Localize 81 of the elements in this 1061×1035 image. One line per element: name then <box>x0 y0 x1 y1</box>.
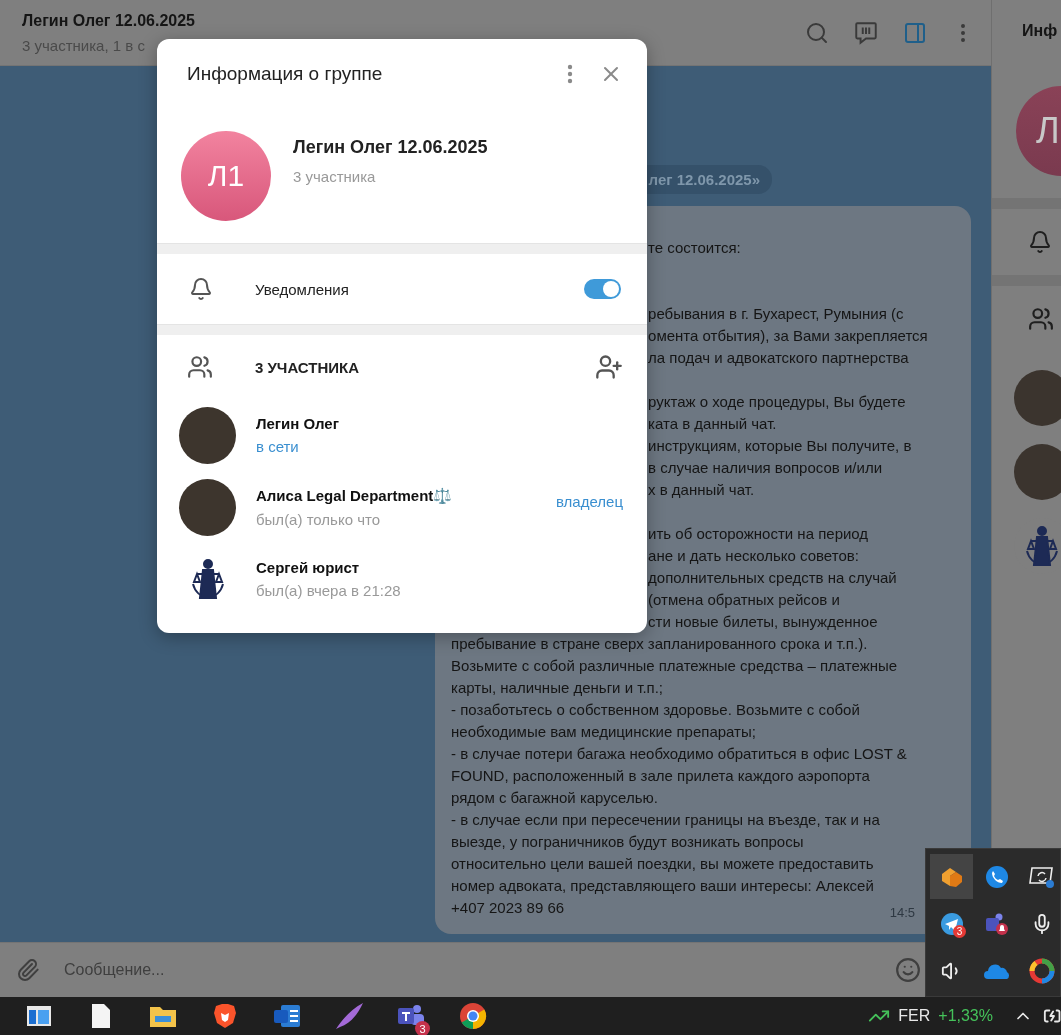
message-line: карты, наличные деньги и т.п.; <box>451 678 664 698</box>
message-line: х в данный чат. <box>648 480 755 500</box>
emoji-icon[interactable] <box>895 957 922 983</box>
message-line: рядом с багажной каруселью. <box>451 788 658 808</box>
member-status: был(а) вчера в 21:28 <box>256 582 402 599</box>
people-bell-icon <box>983 911 1010 936</box>
shield-logo-icon[interactable] <box>213 1003 237 1029</box>
bell-icon <box>189 277 213 301</box>
message-line: - в случае потери багажа необходимо обратиться в офис LOST & <box>451 744 907 764</box>
message-line: относительно цели вашей поездки, вы можете предоставить <box>451 854 874 874</box>
paperclip-icon[interactable] <box>16 958 40 982</box>
message-line: в случае наличия вопросов и/или <box>648 458 882 478</box>
message-line: пребывание в стране сверх запланированного срока и т.п.). <box>451 634 868 654</box>
group-avatar: Л <box>1016 86 1061 176</box>
message-time: 14:5 <box>889 905 916 920</box>
member-status: в сети <box>256 438 300 455</box>
message-line: инструкциям, которые Вы получите, в <box>648 436 912 456</box>
paper-plane-icon <box>939 911 964 936</box>
member-name: Сергей юрист <box>256 559 361 576</box>
message-line: FOUND, расположенный в зале прилета каждого аэропорта <box>451 766 870 786</box>
message-line: ребывания в г. Бухарест, Румыния (с <box>648 304 904 324</box>
more-button[interactable] <box>567 64 573 84</box>
message-line: ла подач и адвокатского партнерства <box>648 348 909 368</box>
message-line: номер адвоката, представляющего ваши интересы: Алексей <box>451 876 874 896</box>
message-line: - позаботьтесь о собственном здоровье. Возьмите с собой <box>451 700 860 720</box>
message-line: необходимые вам медицинские препараты; <box>451 722 756 742</box>
users-icon <box>187 354 213 380</box>
ring-logo-icon <box>1028 957 1055 984</box>
message-line: ить об осторожности на период <box>648 524 869 544</box>
chat-title: Легин Олег 12.06.2025 <box>22 11 196 30</box>
message-line: те состоится: <box>648 238 741 258</box>
member-role: владелец <box>556 493 623 510</box>
member-name: Легин Олег <box>256 415 340 432</box>
dialog-title: Информация о группе <box>187 63 384 85</box>
users-icon <box>1028 306 1055 332</box>
folder-icon[interactable] <box>149 1004 177 1028</box>
group-avatar: Л1 <box>181 131 271 221</box>
photo-placeholder <box>1014 444 1061 500</box>
message-line: +407 2023 89 66 <box>451 898 565 918</box>
message-line: ане и дать несколько советов: <box>648 546 859 566</box>
feather-icon[interactable] <box>334 1002 364 1030</box>
message-line: руктаж о ходе процедуры, Вы будете <box>648 392 906 412</box>
phone-icon <box>984 864 1009 889</box>
add-member-button[interactable] <box>595 353 623 381</box>
cube-logo-icon <box>939 865 964 888</box>
member-name: Алиса Legal Department⚖ <box>256 486 454 505</box>
message-line: сти новые билеты, вынужденное <box>648 612 878 632</box>
search-icon[interactable] <box>805 20 830 45</box>
window-icon[interactable] <box>26 1005 52 1027</box>
message-line: Возьмите с собой различные платежные средства – платежные <box>451 656 898 676</box>
tray-item[interactable]: 3 <box>930 901 973 946</box>
notification-count: 3 <box>415 1021 430 1035</box>
add-user-icon <box>595 353 623 381</box>
photo-placeholder <box>179 478 236 536</box>
message-line: (отмена обратных рейсов и <box>648 590 840 610</box>
stock-ticker: FER <box>898 1007 931 1025</box>
photo-placeholder <box>179 406 236 464</box>
message-line: выезде, у пограничников будут возникать вопросы <box>451 832 804 852</box>
message-line: дополнительных средств на случай <box>648 568 897 588</box>
bell-icon <box>1028 230 1053 254</box>
message-line: - в случае если при пересечении границы на въезде, так и на <box>451 810 880 830</box>
notifications-toggle[interactable] <box>584 279 621 299</box>
document-logo-icon[interactable] <box>273 1004 301 1028</box>
members-heading: 3 УЧАСТНИКА <box>255 358 361 376</box>
more-icon <box>567 64 573 84</box>
message-line: ката в данный чат. <box>648 414 777 434</box>
group-name: Легин Олег 12.06.2025 <box>293 137 488 158</box>
document-icon[interactable] <box>91 1003 111 1029</box>
member-count: 3 участника <box>293 168 377 185</box>
sidebar-toggle-icon[interactable] <box>903 20 928 45</box>
notification-count: 3 <box>953 925 966 938</box>
stock-change: +1,33% <box>938 1007 993 1025</box>
notifications-label: Уведомления <box>255 280 350 298</box>
message-line: омента отбытия), за Вами закрепляется <box>648 326 928 346</box>
photo-placeholder <box>1014 370 1061 426</box>
message-input[interactable]: Сообщение... <box>62 960 874 980</box>
chat-bars-icon[interactable] <box>853 19 880 46</box>
panel-title: Инф <box>1021 21 1059 41</box>
member-status: был(а) только что <box>256 510 381 528</box>
screen-sync-icon <box>1028 864 1055 889</box>
browser-logo-icon[interactable] <box>459 1002 487 1030</box>
